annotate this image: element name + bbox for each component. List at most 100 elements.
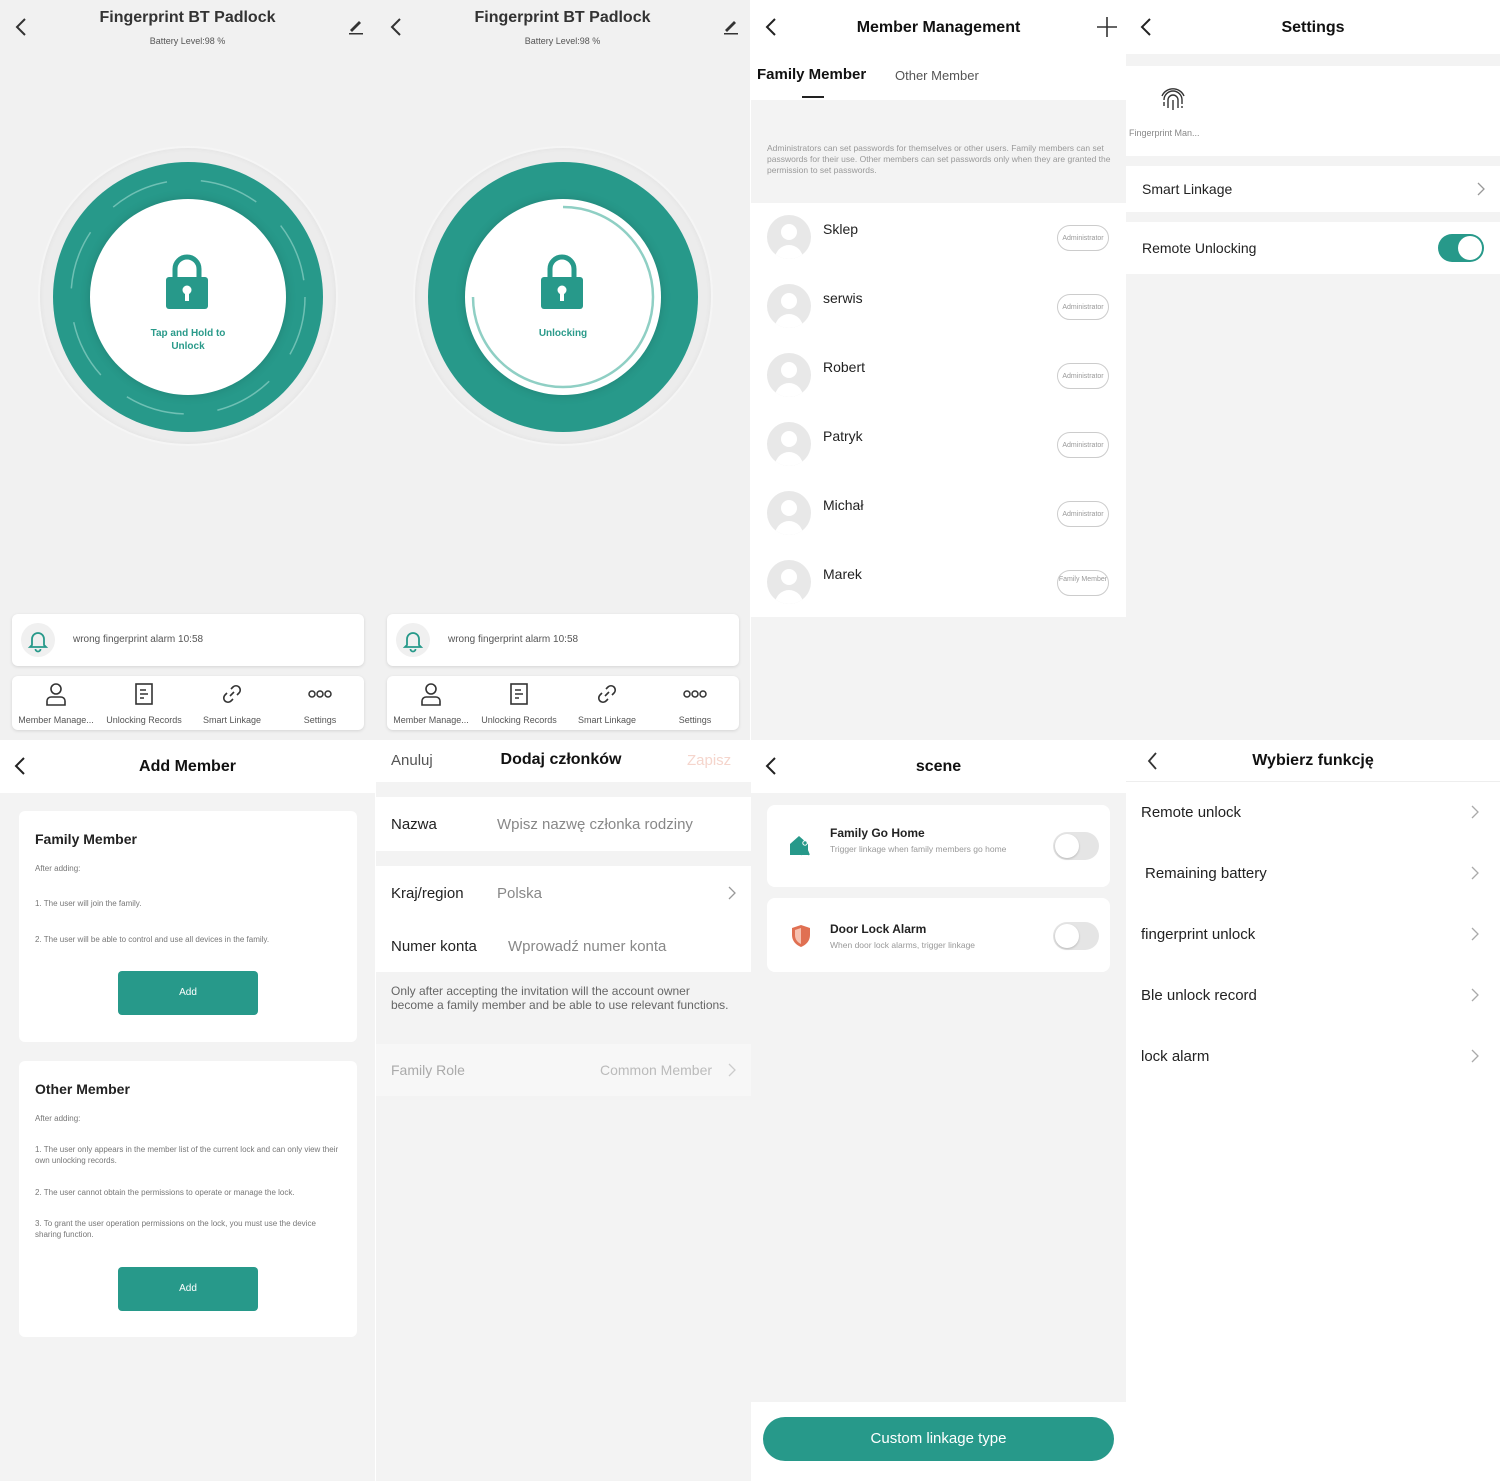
tab-member-manage[interactable]: Member Manage... bbox=[387, 676, 475, 730]
tab-label: Smart Linkage bbox=[202, 715, 262, 725]
member-row[interactable]: Patryk Administrator bbox=[751, 410, 1126, 479]
unlock-hint-line1: Tap and Hold to bbox=[150, 328, 226, 339]
card-text: 2. The user cannot obtain the permission… bbox=[35, 1188, 295, 1197]
more-icon bbox=[308, 682, 332, 706]
avatar bbox=[767, 284, 811, 328]
avatar bbox=[767, 353, 811, 397]
member-row[interactable]: Sklep Administrator bbox=[751, 203, 1126, 272]
function-label: lock alarm bbox=[1141, 1048, 1210, 1065]
member-row[interactable]: serwis Administrator bbox=[751, 272, 1126, 341]
save-button[interactable]: Zapisz bbox=[687, 752, 731, 769]
tab-smart-linkage[interactable]: Smart Linkage bbox=[188, 676, 276, 730]
dodaj-panel bbox=[376, 740, 751, 1481]
more-icon bbox=[683, 682, 707, 706]
role-badge: Family Member bbox=[1057, 570, 1109, 596]
family-role-value: Common Member bbox=[600, 1062, 713, 1078]
tab-smart-linkage[interactable]: Smart Linkage bbox=[563, 676, 651, 730]
toggle-knob bbox=[1055, 834, 1079, 858]
card-text: After adding: bbox=[35, 1114, 81, 1123]
page-title: Member Management bbox=[856, 19, 1021, 36]
edit-icon[interactable] bbox=[347, 17, 365, 35]
member-name: serwis bbox=[823, 290, 863, 306]
add-other-member-button[interactable]: Add bbox=[118, 1267, 258, 1311]
custom-linkage-button[interactable]: Custom linkage type bbox=[763, 1417, 1114, 1461]
scene-title: Door Lock Alarm bbox=[830, 922, 927, 936]
function-item[interactable]: Ble unlock record bbox=[1126, 965, 1500, 1026]
avatar bbox=[767, 215, 811, 259]
page-title: Wybierz funkcję bbox=[1252, 752, 1374, 769]
alarm-notification[interactable]: wrong fingerprint alarm 10:58 bbox=[387, 614, 739, 666]
alarm-text: wrong fingerprint alarm 10:58 bbox=[448, 634, 579, 645]
account-input[interactable]: Wprowadź numer konta bbox=[508, 938, 666, 955]
family-go-home-toggle[interactable] bbox=[1053, 832, 1099, 860]
tab-label: Settings bbox=[678, 715, 712, 725]
tab-settings[interactable]: Settings bbox=[651, 676, 739, 730]
country-label: Kraj/region bbox=[391, 885, 464, 902]
toggle-knob bbox=[1458, 236, 1482, 260]
tab-settings[interactable]: Settings bbox=[276, 676, 364, 730]
scene-title: Family Go Home bbox=[830, 826, 925, 840]
shield-icon bbox=[791, 924, 811, 948]
unlocking-status: Unlocking bbox=[538, 328, 588, 339]
card-text: After adding: bbox=[35, 864, 81, 873]
tab-label: Member Manage... bbox=[393, 715, 469, 725]
alarm-notification[interactable]: wrong fingerprint alarm 10:58 bbox=[12, 614, 364, 666]
member-name: Robert bbox=[823, 359, 866, 375]
card-text: 1. The user only appears in the member l… bbox=[35, 1145, 339, 1165]
add-icon[interactable] bbox=[1096, 16, 1118, 38]
name-input[interactable]: Wpisz nazwę członka rodziny bbox=[497, 816, 693, 833]
battery-level: Battery Level:98 % bbox=[149, 36, 226, 46]
scene-card-door-lock-alarm[interactable]: Door Lock Alarm When door lock alarms, t… bbox=[767, 898, 1110, 972]
fingerprint-manage-tile[interactable]: Fingerprint Man... bbox=[1126, 66, 1500, 156]
avatar bbox=[767, 560, 811, 604]
bell-icon bbox=[21, 623, 55, 657]
smart-linkage-row[interactable]: Smart Linkage bbox=[1126, 166, 1500, 212]
tab-unlocking-records[interactable]: Unlocking Records bbox=[475, 676, 563, 730]
toggle-knob bbox=[1055, 924, 1079, 948]
card-text: 3. To grant the user operation permissio… bbox=[35, 1219, 316, 1239]
card-text: 2. The user will be able to control and … bbox=[35, 935, 270, 944]
member-name: Patryk bbox=[823, 428, 863, 444]
function-item[interactable]: fingerprint unlock bbox=[1126, 904, 1500, 965]
door-lock-alarm-toggle[interactable] bbox=[1053, 922, 1099, 950]
tab-label: Unlocking Records bbox=[481, 715, 557, 725]
country-account-group: Kraj/region Polska Numer konta Wprowadź … bbox=[376, 866, 751, 972]
member-row[interactable]: Marek Family Member bbox=[751, 548, 1126, 617]
tab-other-member[interactable]: Other Member bbox=[895, 68, 979, 83]
name-label: Nazwa bbox=[391, 816, 437, 833]
chevron-right-icon bbox=[1470, 927, 1480, 941]
edit-icon[interactable] bbox=[722, 17, 740, 35]
member-row[interactable]: Michał Administrator bbox=[751, 479, 1126, 548]
function-item[interactable]: Remaining battery bbox=[1126, 843, 1500, 904]
tab-family-member[interactable]: Family Member bbox=[757, 66, 866, 83]
avatar bbox=[767, 491, 811, 535]
add-family-member-button[interactable]: Add bbox=[118, 971, 258, 1015]
function-item[interactable]: Remote unlock bbox=[1126, 782, 1500, 843]
person-icon bbox=[44, 682, 68, 706]
smart-linkage-label: Smart Linkage bbox=[1142, 181, 1233, 197]
family-role-row[interactable]: Family Role Common Member bbox=[376, 1044, 751, 1096]
remote-unlocking-toggle[interactable] bbox=[1438, 234, 1484, 262]
alarm-text: wrong fingerprint alarm 10:58 bbox=[73, 634, 204, 645]
person-icon bbox=[419, 682, 443, 706]
country-value[interactable]: Polska bbox=[497, 885, 542, 902]
function-label: Remote unlock bbox=[1141, 804, 1242, 821]
tab-label: Unlocking Records bbox=[106, 715, 182, 725]
card-heading: Other Member bbox=[35, 1081, 130, 1097]
tab-unlocking-records[interactable]: Unlocking Records bbox=[100, 676, 188, 730]
records-icon bbox=[132, 682, 156, 706]
records-icon bbox=[507, 682, 531, 706]
function-item[interactable]: lock alarm bbox=[1126, 1026, 1500, 1087]
role-badge: Administrator bbox=[1057, 432, 1109, 458]
tab-member-manage[interactable]: Member Manage... bbox=[12, 676, 100, 730]
scene-description: When door lock alarms, trigger linkage bbox=[830, 940, 976, 950]
role-badge: Administrator bbox=[1057, 363, 1109, 389]
device-title: Fingerprint BT Padlock bbox=[99, 9, 276, 26]
active-tab-indicator bbox=[802, 96, 824, 98]
chevron-right-icon[interactable] bbox=[727, 886, 737, 900]
chevron-right-icon bbox=[1476, 182, 1486, 196]
member-row[interactable]: Robert Administrator bbox=[751, 341, 1126, 410]
scene-card-family-go-home[interactable]: Family Go Home Trigger linkage when fami… bbox=[767, 805, 1110, 887]
tab-label: Smart Linkage bbox=[577, 715, 637, 725]
lock-screen-panel: Fingerprint BT Padlock Battery Level:98 … bbox=[0, 0, 375, 740]
